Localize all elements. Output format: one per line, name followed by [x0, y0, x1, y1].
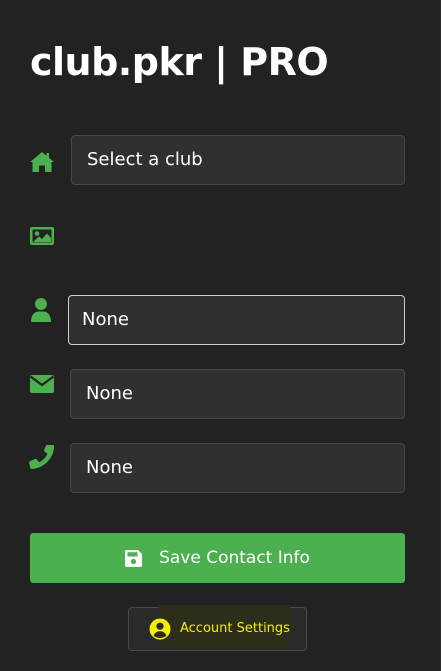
phone-icon: [29, 445, 55, 471]
phone-field[interactable]: None: [70, 443, 405, 493]
envelope-icon: [29, 371, 55, 397]
email-field[interactable]: None: [70, 369, 405, 419]
save-contact-button[interactable]: Save Contact Info: [30, 533, 405, 583]
name-field[interactable]: None: [68, 295, 405, 345]
page-title: club.pkr | PRO: [30, 40, 329, 84]
image-icon: [29, 223, 55, 249]
floppy-disk-icon: [125, 549, 143, 567]
club-select[interactable]: Select a club: [71, 135, 405, 185]
account-settings-label: Account Settings: [180, 621, 290, 636]
save-button-label: Save Contact Info: [159, 548, 310, 568]
user-circle-icon: [149, 618, 171, 640]
home-icon: [29, 149, 55, 175]
account-settings-button[interactable]: Account Settings: [128, 605, 307, 651]
user-icon: [28, 297, 54, 323]
contact-settings-page: club.pkr | PRO Select a club None None N…: [0, 0, 441, 671]
